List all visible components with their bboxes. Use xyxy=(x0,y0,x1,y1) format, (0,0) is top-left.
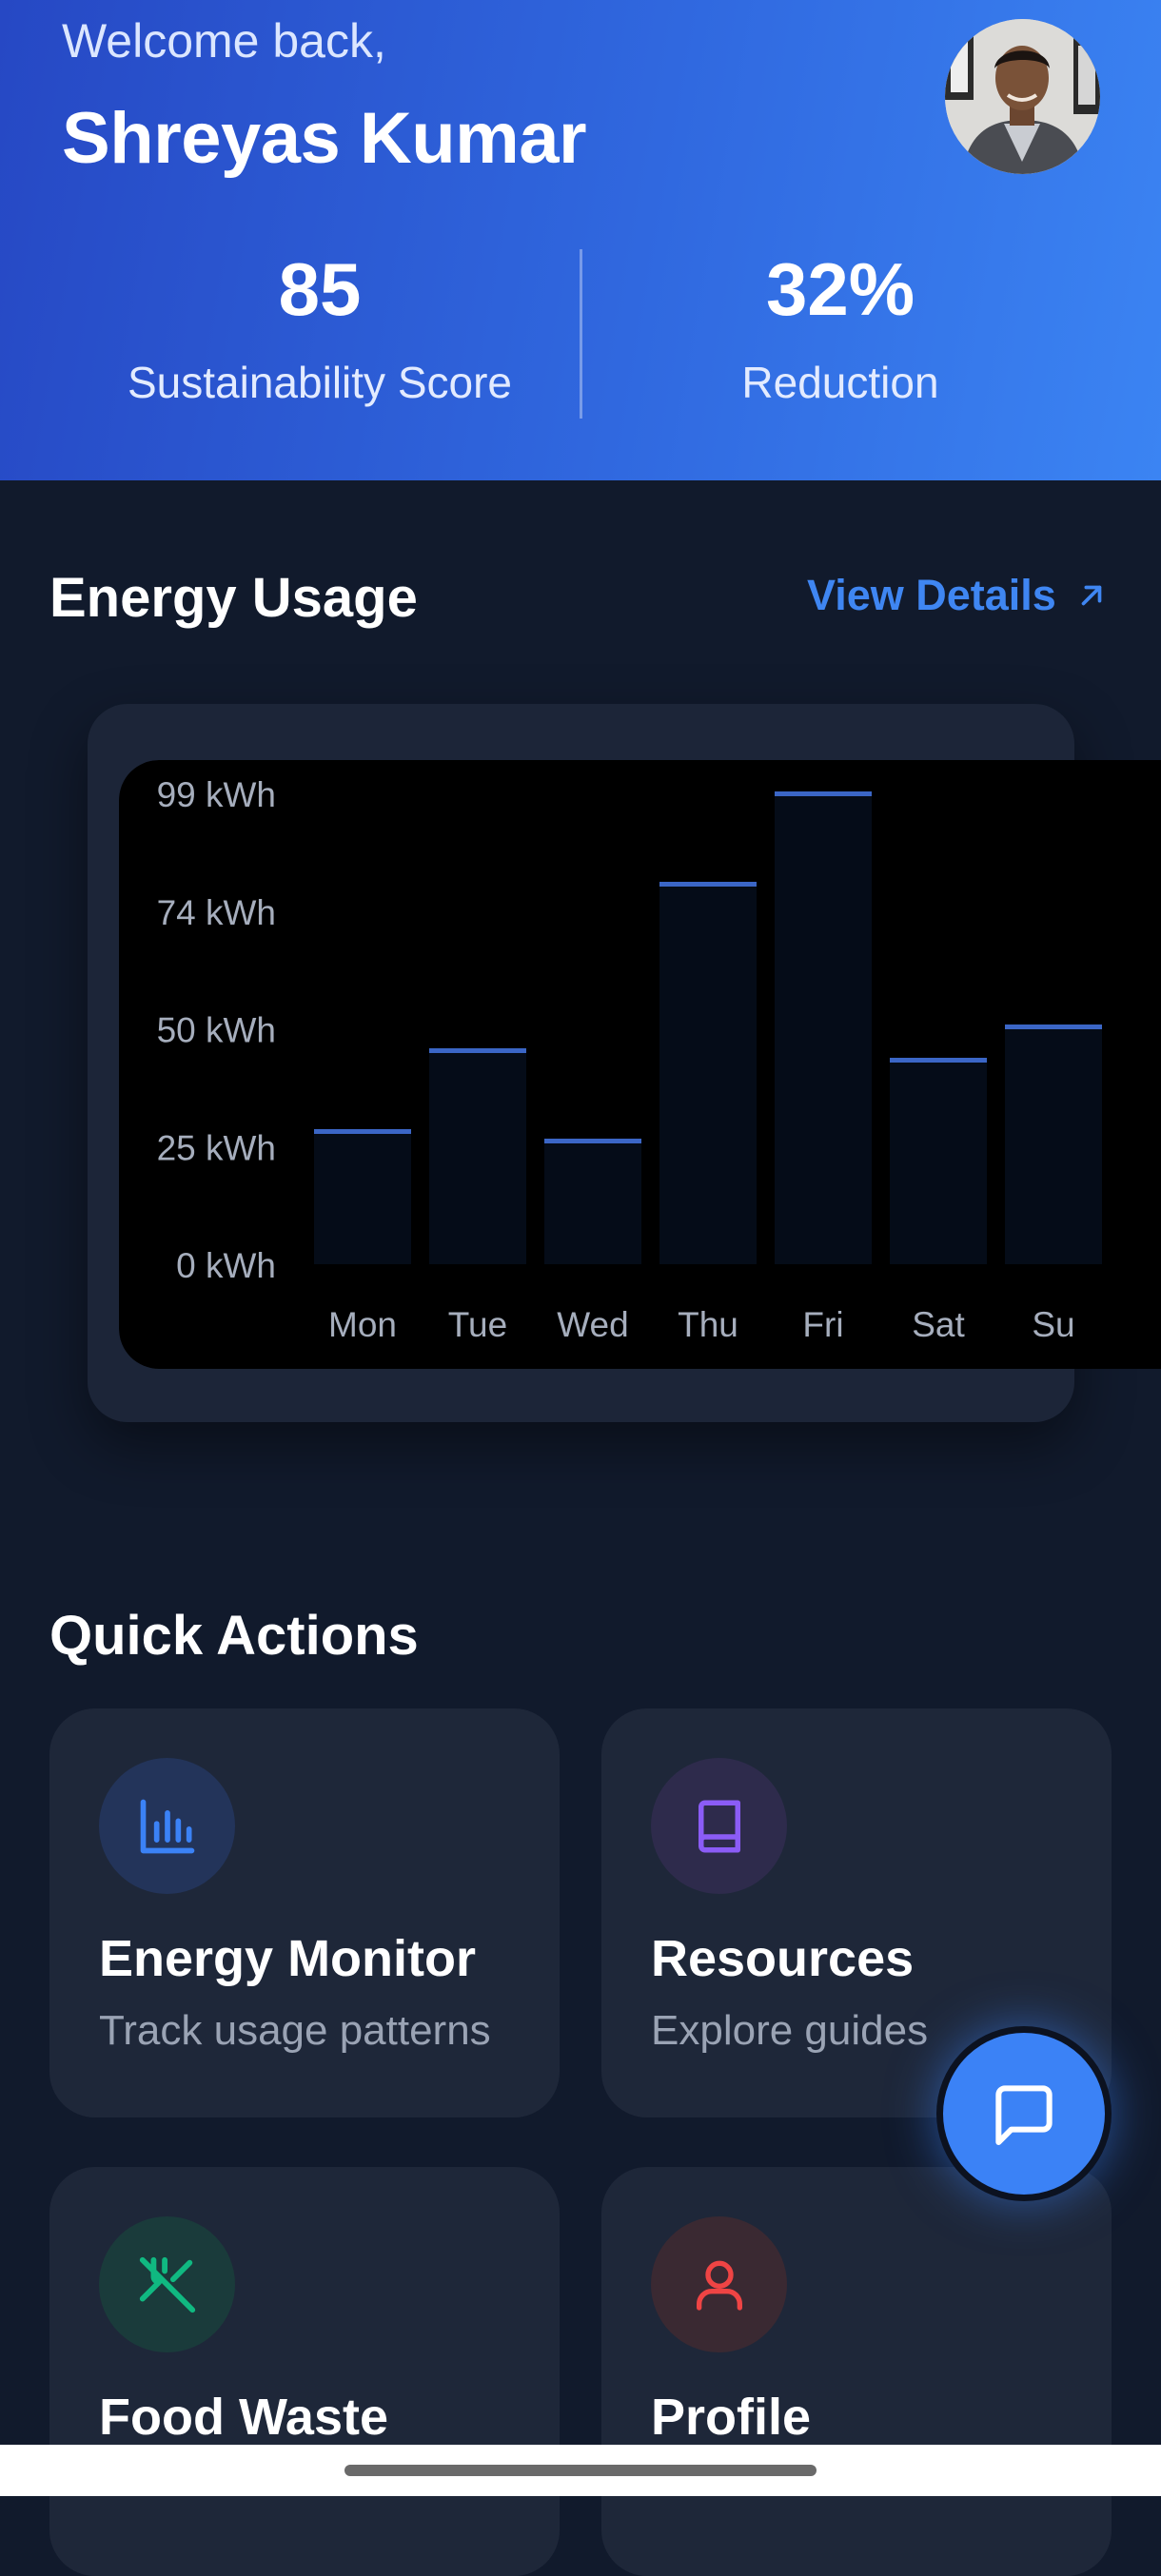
quick-action-desc: Track usage patterns xyxy=(99,2007,491,2054)
energy-monitor-icon-circle xyxy=(99,1758,235,1894)
quick-actions-title: Quick Actions xyxy=(49,1605,419,1667)
energy-chart: 99 kWh 74 kWh 50 kWh 25 kWh 0 kWh Mon Tue Wed Th… xyxy=(119,760,1161,1369)
x-tick-label: Fri xyxy=(802,1305,843,1344)
bar-top-thu xyxy=(659,882,757,887)
avatar-photo xyxy=(945,19,1100,174)
quick-action-profile[interactable]: Profile xyxy=(601,2167,1112,2576)
quick-action-name: Energy Monitor xyxy=(99,1930,477,1987)
user-icon xyxy=(696,2260,742,2311)
home-indicator[interactable] xyxy=(344,2465,817,2476)
bar-top-tue xyxy=(429,1048,526,1053)
quick-action-desc: Explore guides xyxy=(651,2007,929,2054)
fork-knife-off-icon xyxy=(139,2256,195,2313)
bar-mon xyxy=(314,1131,411,1264)
view-details-label: View Details xyxy=(807,571,1056,619)
bar-top-wed xyxy=(544,1139,641,1143)
bar-top-mon xyxy=(314,1129,411,1134)
energy-bar-chart: 99 kWh 74 kWh 50 kWh 25 kWh 0 kWh Mon Tue Wed Th… xyxy=(157,775,1102,1344)
stat-value: 85 xyxy=(278,247,362,331)
x-tick-label: Sat xyxy=(912,1305,965,1344)
x-tick-label: Thu xyxy=(678,1305,738,1344)
stat-label: Sustainability Score xyxy=(128,358,512,407)
bar-top-sat xyxy=(890,1058,987,1063)
x-tick-label: Tue xyxy=(448,1305,507,1344)
welcome-text: Welcome back, xyxy=(62,14,386,68)
avatar[interactable] xyxy=(945,19,1100,174)
bar-wed xyxy=(544,1141,641,1264)
stat-reduction: 32% Reduction xyxy=(602,252,1078,408)
y-tick-label: 25 kWh xyxy=(157,1128,276,1167)
x-tick-label: Wed xyxy=(557,1305,628,1344)
quick-action-food-waste[interactable]: Food Waste xyxy=(49,2167,560,2576)
stat-value: 32% xyxy=(765,247,915,331)
quick-action-energy-monitor[interactable]: Energy Monitor Track usage patterns xyxy=(49,1708,560,2117)
energy-usage-title: Energy Usage xyxy=(49,567,418,629)
profile-header: Welcome back, Shreyas Kumar 85 Sustainab… xyxy=(0,0,1161,480)
y-tick-label: 50 kWh xyxy=(157,1011,276,1050)
stat-sustainability: 85 Sustainability Score xyxy=(82,252,558,408)
arrow-up-right-icon xyxy=(1081,585,1102,606)
view-details-link[interactable]: View Details xyxy=(807,571,1108,620)
chat-bubble-icon xyxy=(995,2085,1053,2145)
bar-thu xyxy=(659,884,757,1264)
book-icon xyxy=(698,1800,740,1852)
user-name: Shreyas Kumar xyxy=(62,98,587,179)
bar-chart-icon xyxy=(140,1799,194,1853)
bar-sat xyxy=(890,1060,987,1264)
x-tick-label: Mon xyxy=(328,1305,397,1344)
bar-su xyxy=(1005,1026,1102,1264)
bar-fri xyxy=(775,793,872,1264)
x-tick-label: Su xyxy=(1032,1305,1074,1344)
quick-action-name: Food Waste xyxy=(99,2389,388,2446)
bar-tue xyxy=(429,1050,526,1264)
bar-top-fri xyxy=(775,791,872,796)
quick-action-name: Profile xyxy=(651,2389,812,2446)
chat-button[interactable] xyxy=(936,2026,1112,2201)
quick-action-name: Resources xyxy=(651,1930,915,1987)
y-tick-label: 0 kWh xyxy=(176,1246,276,1285)
stat-divider xyxy=(580,249,582,419)
y-tick-label: 74 kWh xyxy=(157,893,276,932)
y-tick-label: 99 kWh xyxy=(157,775,276,814)
profile-icon-circle xyxy=(651,2216,787,2352)
resources-icon-circle xyxy=(651,1758,787,1894)
food-waste-icon-circle xyxy=(99,2216,235,2352)
stat-label: Reduction xyxy=(741,358,939,407)
bar-top-su xyxy=(1005,1025,1102,1029)
